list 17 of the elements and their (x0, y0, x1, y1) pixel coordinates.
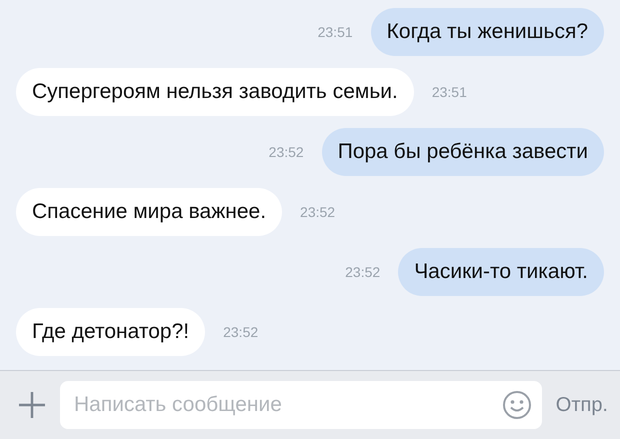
message-time: 23:52 (223, 324, 258, 340)
message-time: 23:51 (432, 84, 467, 100)
message-bubble: Когда ты женишься? (370, 8, 604, 56)
smiley-icon[interactable] (502, 390, 532, 420)
message-bubble: Супергероям нельзя заводить семьи. (16, 68, 414, 116)
message-bubble: Спасение мира важнее. (16, 188, 282, 236)
message-time: 23:52 (345, 264, 380, 280)
message-field[interactable]: Написать сообщение (72, 392, 494, 418)
send-button[interactable]: Отпр. (556, 394, 608, 416)
message-input[interactable]: Написать сообщение (60, 381, 542, 429)
plus-icon[interactable] (18, 391, 46, 419)
message-time: 23:51 (318, 24, 353, 40)
message-bubble: Пора бы ребёнка завести (322, 128, 604, 176)
message-bubble: Где детонатор?! (16, 308, 206, 356)
message-bubble: Часики-то тикают. (398, 248, 604, 296)
message-time: 23:52 (268, 144, 304, 160)
message-time: 23:52 (300, 204, 336, 220)
